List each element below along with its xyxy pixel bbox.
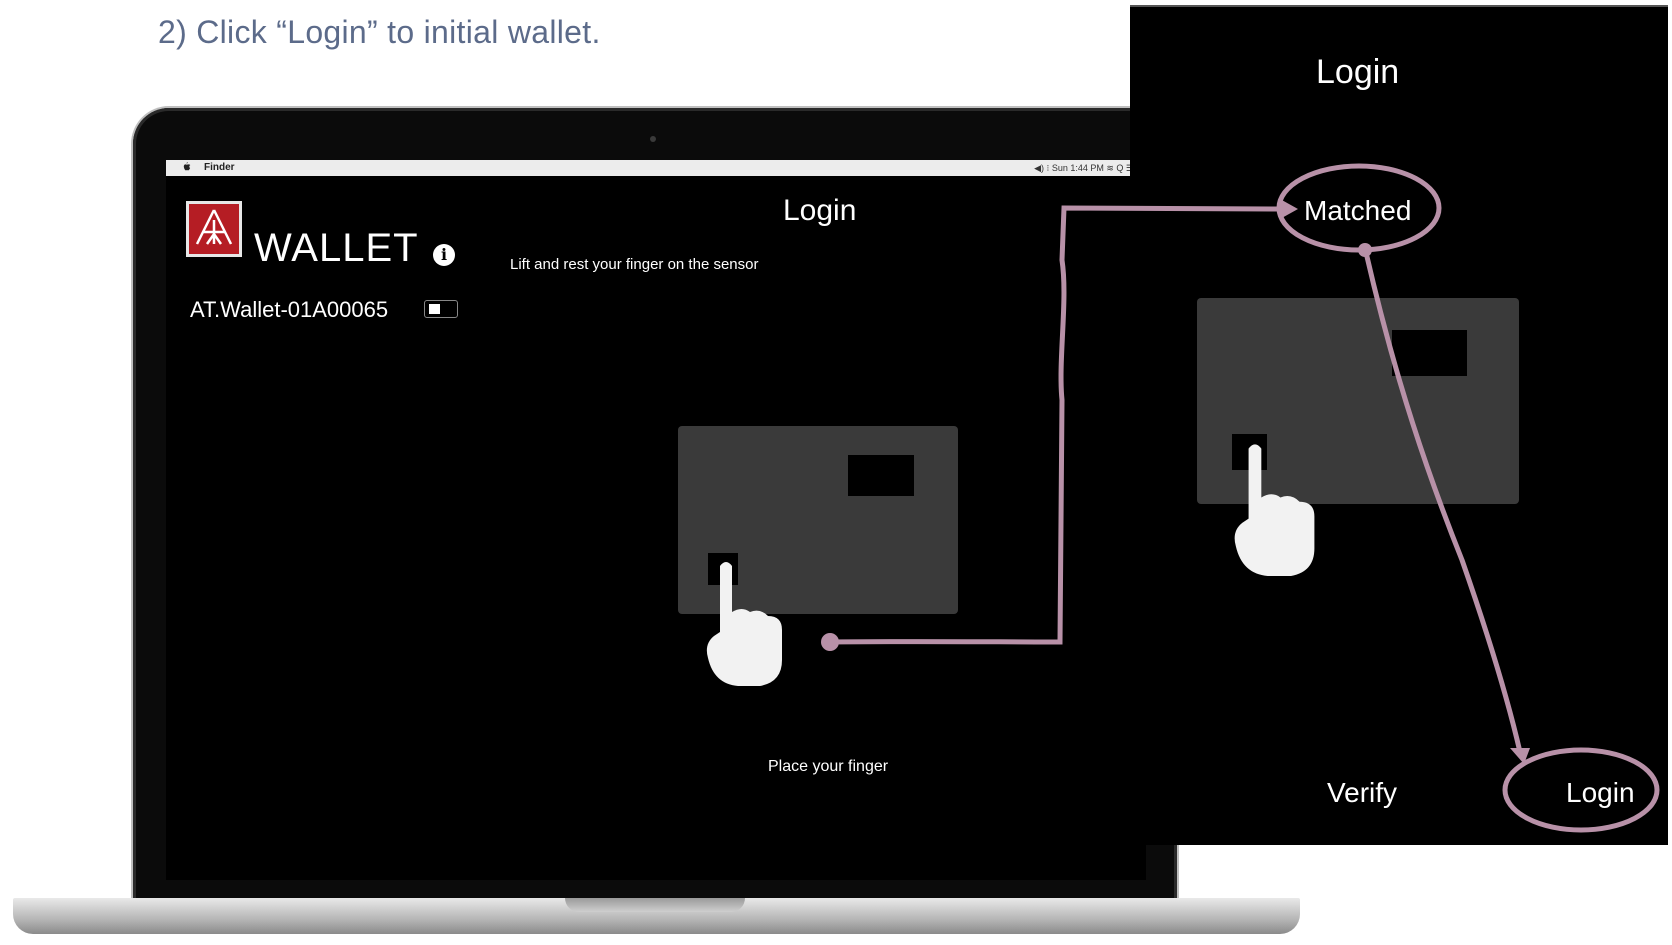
phone-fingerprint-card-illustration — [1197, 298, 1519, 576]
device-name[interactable]: AT.Wallet-01A00065 — [190, 297, 388, 323]
phone-card-display-slot — [1392, 330, 1467, 376]
status-text: Place your finger — [768, 758, 889, 775]
laptop-screen: Finder ◀) ⁝ Sun 1:44 PM ≋ Q ☰ WALLET i A… — [166, 160, 1146, 880]
login-button[interactable]: Login — [1566, 777, 1635, 809]
matched-status: Matched — [1304, 195, 1412, 226]
menubar-status-icons[interactable]: ◀) ⁝ Sun 1:44 PM ≋ Q ☰ — [1034, 160, 1134, 176]
info-icon[interactable]: i — [433, 244, 455, 266]
app-name: WALLET — [254, 226, 419, 270]
finger-press-icon — [706, 562, 782, 686]
phone-login-title: Login — [1316, 53, 1400, 91]
sensor-hint: Lift and rest your finger on the sensor — [510, 256, 759, 273]
laptop-notch — [565, 898, 745, 912]
camera-dot — [650, 136, 656, 142]
card-display-slot — [848, 455, 914, 496]
login-title: Login — [783, 194, 857, 227]
phone-finger-press-icon — [1234, 444, 1315, 576]
instruction-text: 2) Click “Login” to initial wallet. — [158, 14, 601, 50]
phone-screen: Login Matched Verify Login — [1130, 5, 1668, 845]
apple-icon[interactable] — [182, 162, 191, 173]
fingerprint-card-illustration — [678, 426, 958, 686]
device-toggle[interactable] — [424, 300, 458, 318]
menu-bar: Finder ◀) ⁝ Sun 1:44 PM ≋ Q ☰ — [166, 160, 1146, 176]
menubar-app-name[interactable]: Finder — [204, 160, 235, 176]
wallet-logo-icon — [186, 201, 242, 257]
verify-button[interactable]: Verify — [1327, 777, 1397, 809]
